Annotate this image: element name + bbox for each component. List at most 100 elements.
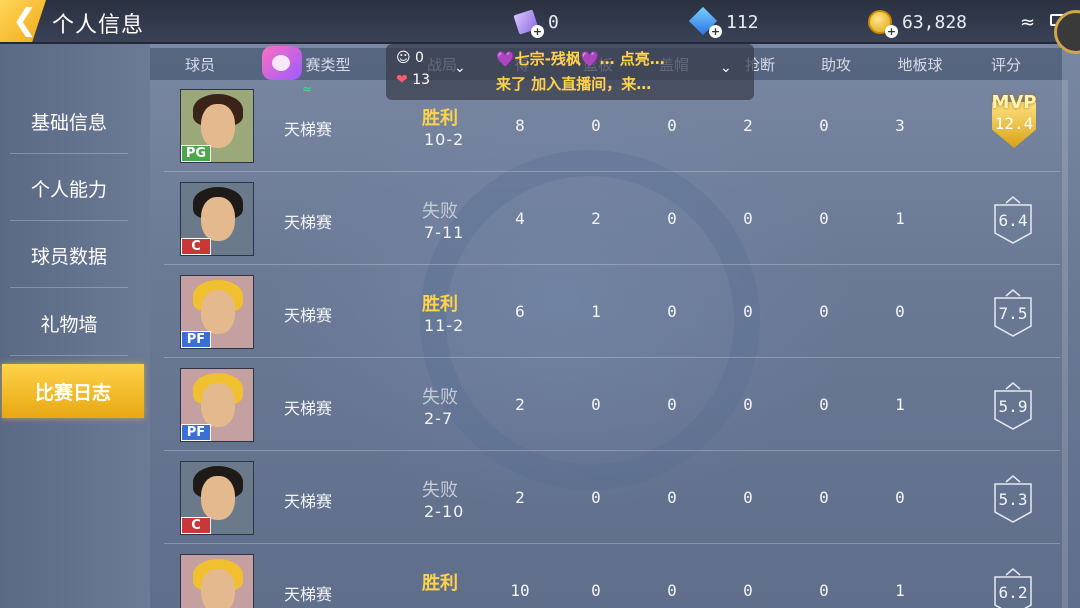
match-result: 失败 <box>422 387 458 408</box>
gold-currency[interactable]: + 63,828 <box>866 8 968 38</box>
stat-value: 0 <box>667 209 677 228</box>
stat-value: 0 <box>819 488 829 507</box>
stat-value: 6 <box>515 302 525 321</box>
stat-value: 2 <box>515 395 525 414</box>
stat-value: 0 <box>819 116 829 135</box>
player-avatar: PF <box>180 554 254 608</box>
stat-value: 0 <box>819 581 829 600</box>
table-row[interactable]: PF 天梯赛 胜利 11-2 6 1 0 0 0 0 7.5 <box>164 266 1060 358</box>
table-row[interactable]: PF 天梯赛 失败 2-7 2 0 0 0 0 1 5.9 <box>164 359 1060 451</box>
live-message-line: 💜七宗-残枫💜… 点亮… <box>496 50 665 68</box>
sidebar-item-basic-info[interactable]: 基础信息 <box>10 90 128 154</box>
table-row[interactable]: PF 天梯赛 胜利 10 0 0 0 0 1 6.2 <box>164 545 1060 608</box>
gold-coin-icon: + <box>866 9 898 38</box>
column-header: 地板球 <box>897 56 943 74</box>
scrollbar[interactable] <box>1062 80 1068 608</box>
player-avatar: C <box>180 461 254 535</box>
stat-value: 0 <box>591 116 601 135</box>
stat-value: 0 <box>743 395 753 414</box>
position-badge: PF <box>181 424 211 441</box>
column-header: 球员 <box>184 56 216 74</box>
diamond-icon: + <box>688 6 722 38</box>
live-stream-icon[interactable] <box>262 46 302 80</box>
player-avatar: PF <box>180 275 254 349</box>
position-badge: C <box>181 517 211 534</box>
chevron-down-icon[interactable]: ⌄ <box>454 60 466 76</box>
rating-badge: 7.5 <box>992 288 1034 338</box>
stat-value: 2 <box>743 116 753 135</box>
stat-value: 0 <box>743 302 753 321</box>
match-result: 胜利 <box>422 294 458 315</box>
stat-value: 0 <box>591 395 601 414</box>
match-score: 2-10 <box>424 502 465 521</box>
diamond-currency[interactable]: + 112 <box>688 6 759 38</box>
sidebar-item-player-data[interactable]: 球员数据 <box>10 224 128 288</box>
position-badge: PF <box>181 331 211 348</box>
stat-value: 2 <box>591 209 601 228</box>
mvp-badge: MVP 12.4 <box>986 92 1042 150</box>
ticket-currency[interactable]: + 0 <box>512 8 559 38</box>
rating-value: 5.9 <box>998 397 1028 416</box>
position-badge: C <box>181 238 211 255</box>
live-message-line: 来了 加入直播间，来… <box>496 75 652 93</box>
viewer-count: ☺ 0 <box>396 50 424 66</box>
match-result: 胜利 <box>422 108 458 129</box>
column-header: 评分 <box>990 56 1022 74</box>
viewer-count-value: 0 <box>415 50 424 66</box>
stat-value: 0 <box>667 395 677 414</box>
stat-value: 10 <box>510 581 530 600</box>
stat-value: 1 <box>895 209 905 228</box>
stat-value: 2 <box>515 488 525 507</box>
match-mode: 天梯赛 <box>284 306 333 325</box>
stat-value: 1 <box>895 581 905 600</box>
stat-value: 1 <box>895 395 905 414</box>
stat-value: 0 <box>743 209 753 228</box>
match-score: 2-7 <box>424 409 454 428</box>
player-avatar: PF <box>180 368 254 442</box>
match-mode: 天梯赛 <box>284 213 333 232</box>
match-result: 胜利 <box>422 573 458 594</box>
sidebar-item-ability[interactable]: 个人能力 <box>10 157 128 221</box>
gold-count: 63,828 <box>902 11 968 33</box>
position-badge: PG <box>181 145 211 162</box>
back-button[interactable]: ❮ <box>0 0 46 42</box>
chevron-down-icon[interactable]: ⌄ <box>720 60 732 76</box>
sidebar-item-match-log[interactable]: 比赛日志 <box>2 364 144 418</box>
rating-value: 7.5 <box>998 304 1028 323</box>
sidebar-item-label: 球员数据 <box>30 246 107 268</box>
match-result: 失败 <box>422 480 458 501</box>
stat-value: 0 <box>743 488 753 507</box>
sidebar-item-gift-wall[interactable]: 礼物墙 <box>10 292 128 356</box>
rating-badge: 5.3 <box>992 474 1034 524</box>
match-mode: 天梯赛 <box>284 585 333 604</box>
table-row[interactable]: C 天梯赛 失败 7-11 4 2 0 0 0 1 6.4 <box>164 173 1060 265</box>
signal-icon: ≈ <box>302 82 313 96</box>
ticket-icon: + <box>512 9 544 38</box>
stat-value: 0 <box>819 209 829 228</box>
live-overlay[interactable]: ☺ 0 ❤ 13 ⌄ 💜七宗-残枫💜… 点亮… 来了 加入直播间，来… ⌄ <box>386 44 754 100</box>
stat-value: 0 <box>743 581 753 600</box>
match-mode: 天梯赛 <box>284 120 333 139</box>
rating-value: 6.4 <box>998 211 1028 230</box>
rating-value: 5.3 <box>998 490 1028 509</box>
heart-icon: ❤ <box>396 72 408 88</box>
chevron-left-icon: ❮ <box>12 3 38 38</box>
rating-value: 12.4 <box>994 114 1034 133</box>
stat-value: 0 <box>667 488 677 507</box>
stat-value: 0 <box>667 581 677 600</box>
stat-value: 0 <box>819 395 829 414</box>
stat-value: 0 <box>591 581 601 600</box>
match-mode: 天梯赛 <box>284 492 333 511</box>
stat-value: 1 <box>591 302 601 321</box>
match-mode: 天梯赛 <box>284 399 333 418</box>
page-title: 个人信息 <box>52 13 145 38</box>
stat-value: 0 <box>591 488 601 507</box>
stat-value: 4 <box>515 209 525 228</box>
stat-value: 8 <box>515 116 525 135</box>
player-avatar: C <box>180 182 254 256</box>
match-score: 7-11 <box>424 223 465 242</box>
table-row[interactable]: C 天梯赛 失败 2-10 2 0 0 0 0 0 5.3 <box>164 452 1060 544</box>
diamond-count: 112 <box>726 11 759 33</box>
match-score: 10-2 <box>424 130 465 149</box>
ticket-count: 0 <box>548 11 559 33</box>
